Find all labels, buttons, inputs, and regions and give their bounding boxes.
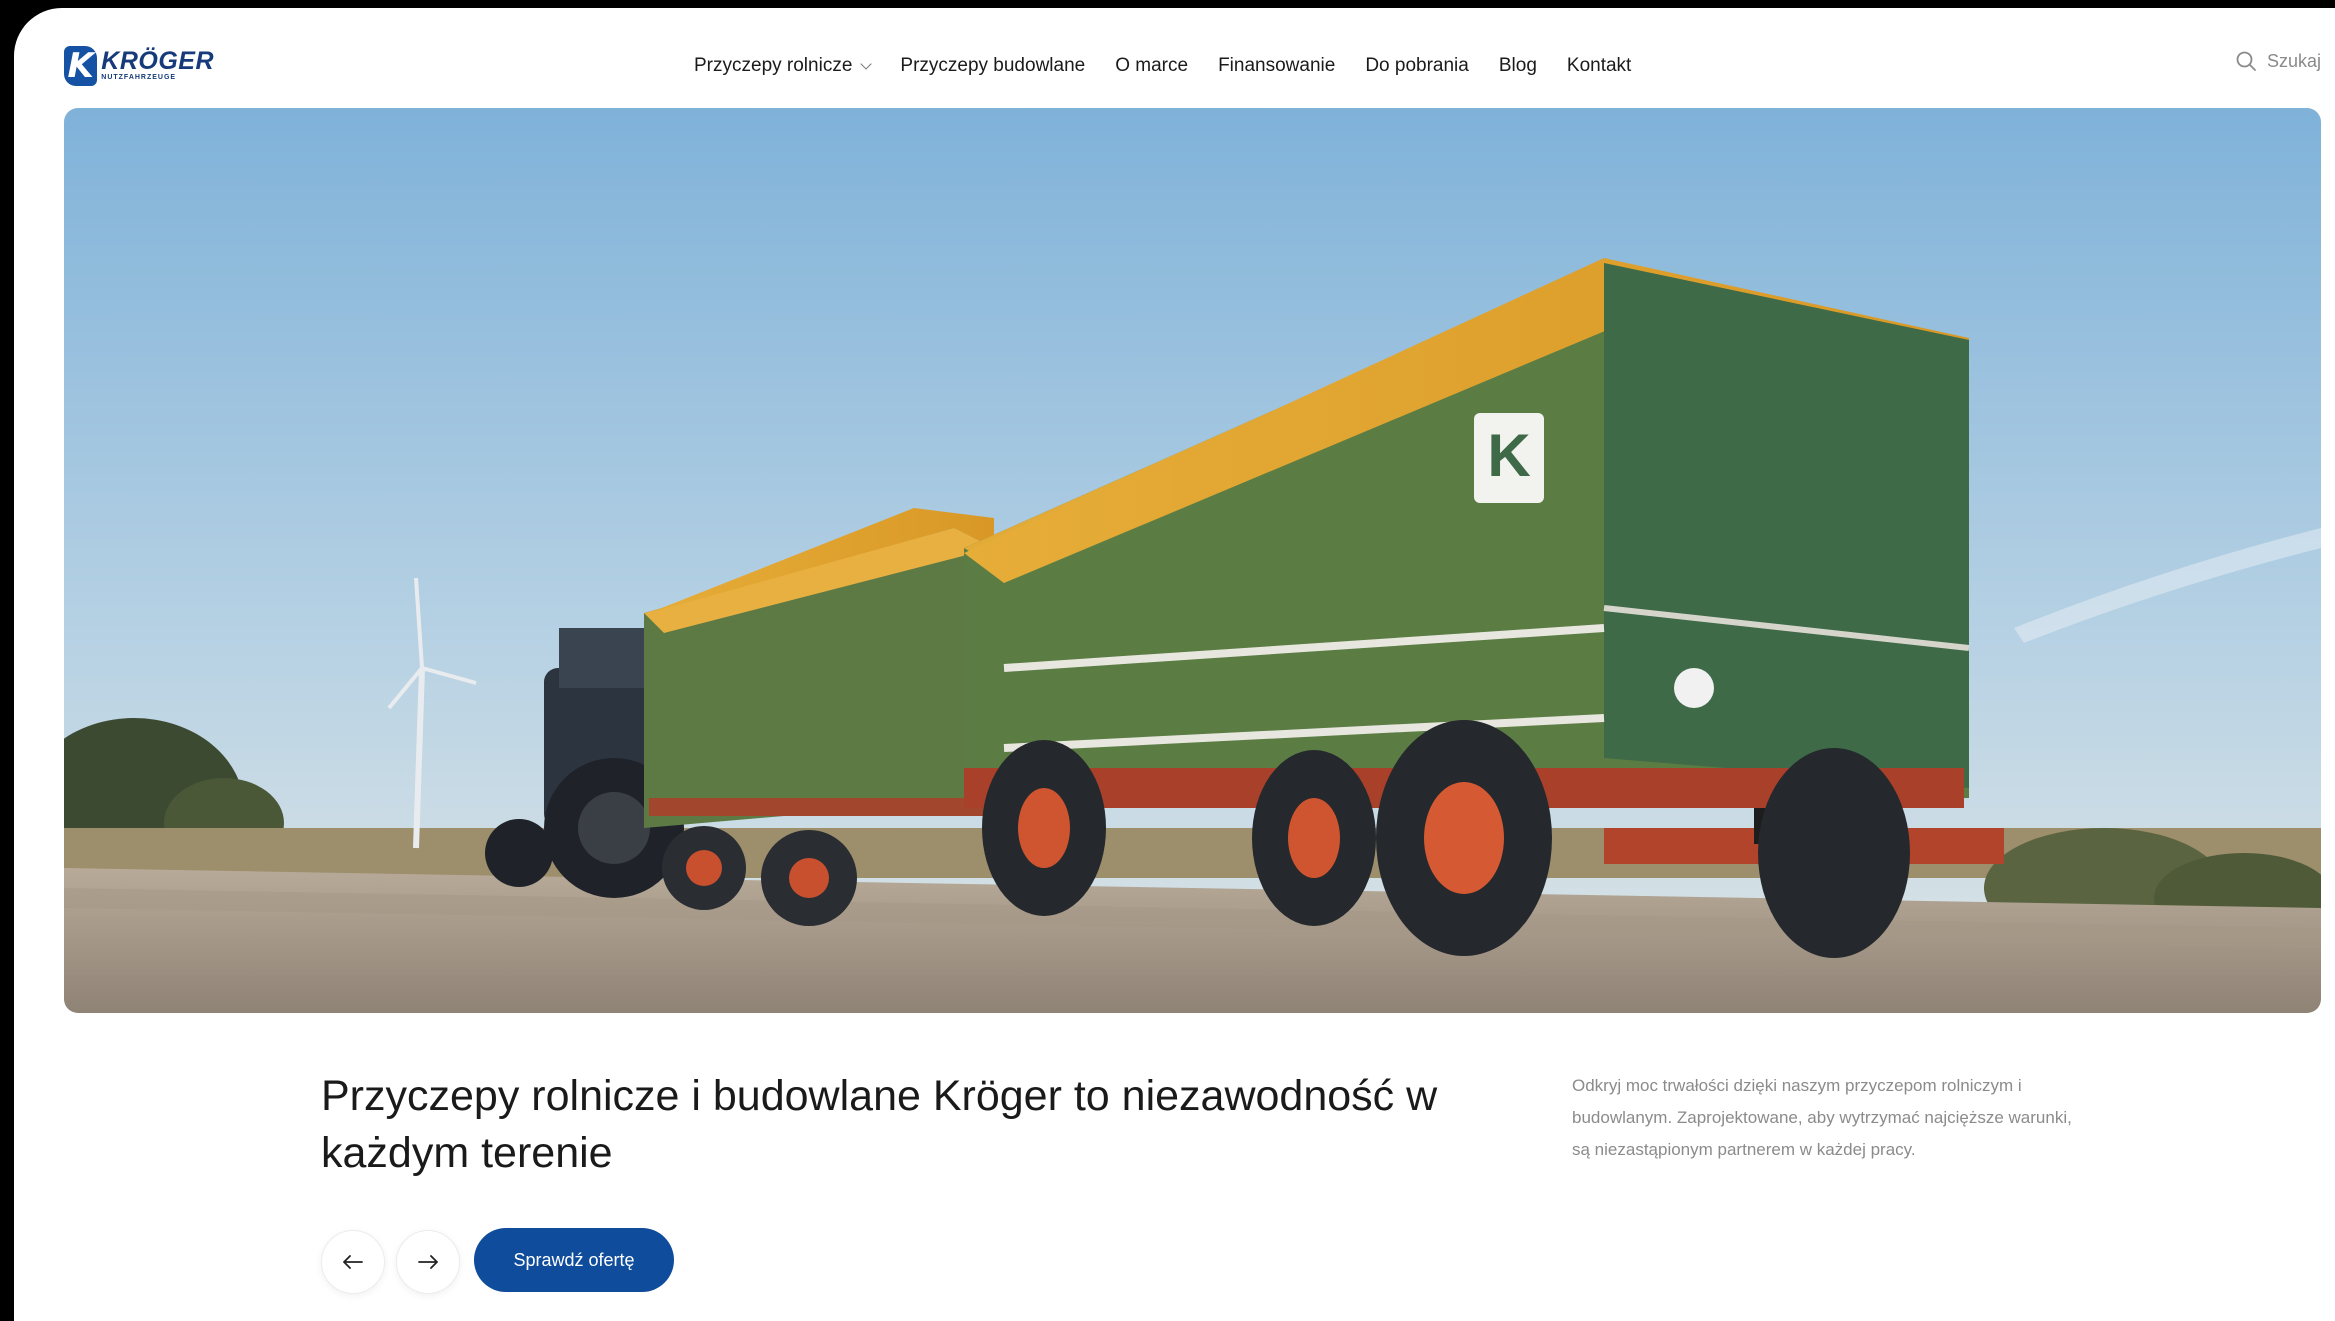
search-icon [2236, 51, 2256, 71]
nav-item-blog[interactable]: Blog [1499, 55, 1537, 77]
logo-name: KRÖGER [101, 47, 214, 75]
page: K KRÖGER NUTZFAHRZEUGE Przyczepy rolnicz… [14, 8, 2335, 1321]
nav-label: Kontakt [1566, 55, 1632, 76]
prev-slide-button[interactable] [321, 1230, 385, 1294]
nav-label: Finansowanie [1218, 55, 1336, 76]
search-button[interactable]: Szukaj [2235, 50, 2321, 72]
brand-logo[interactable]: K KRÖGER NUTZFAHRZEUGE [64, 42, 214, 90]
search-label: Szukaj [2266, 50, 2321, 71]
nav-label: Blog [1498, 55, 1537, 76]
arrow-right-icon [418, 1255, 438, 1269]
tractor-trailers-photo: K [64, 108, 2321, 1013]
arrow-left-icon [343, 1255, 363, 1269]
nav-item-finansowanie[interactable]: Finansowanie [1218, 55, 1335, 77]
nav-label: Do pobrania [1365, 55, 1469, 76]
chevron-down-icon [860, 58, 873, 70]
logo-subtitle: NUTZFAHRZEUGE [101, 74, 177, 81]
nav-label: O marce [1115, 55, 1189, 76]
nav-item-do-pobrania[interactable]: Do pobrania [1365, 55, 1469, 77]
nav-item-o-marce[interactable]: O marce [1115, 55, 1188, 77]
hero-description: Odkryj moc trwałości dzięki naszym przyc… [1572, 1076, 2072, 1159]
nav-item-przyczepy-rolnicze[interactable]: Przyczepy rolnicze [694, 55, 873, 77]
svg-text:K: K [1487, 422, 1530, 489]
hero-image: K [64, 108, 2321, 1013]
next-slide-button[interactable] [396, 1230, 460, 1294]
hero-headline: Przyczepy rolnicze i budowlane Kröger to… [321, 1072, 1438, 1177]
nav-label: Przyczepy rolnicze [694, 55, 853, 76]
main-nav: Przyczepy rolnicze Przyczepy budowlane O… [694, 46, 1661, 86]
logo-mark: K [64, 46, 98, 86]
cta-button[interactable]: Sprawdź ofertę [474, 1228, 674, 1292]
nav-label: Przyczepy budowlane [900, 55, 1086, 76]
nav-item-kontakt[interactable]: Kontakt [1567, 55, 1631, 77]
nav-item-przyczepy-budowlane[interactable]: Przyczepy budowlane [900, 55, 1085, 77]
